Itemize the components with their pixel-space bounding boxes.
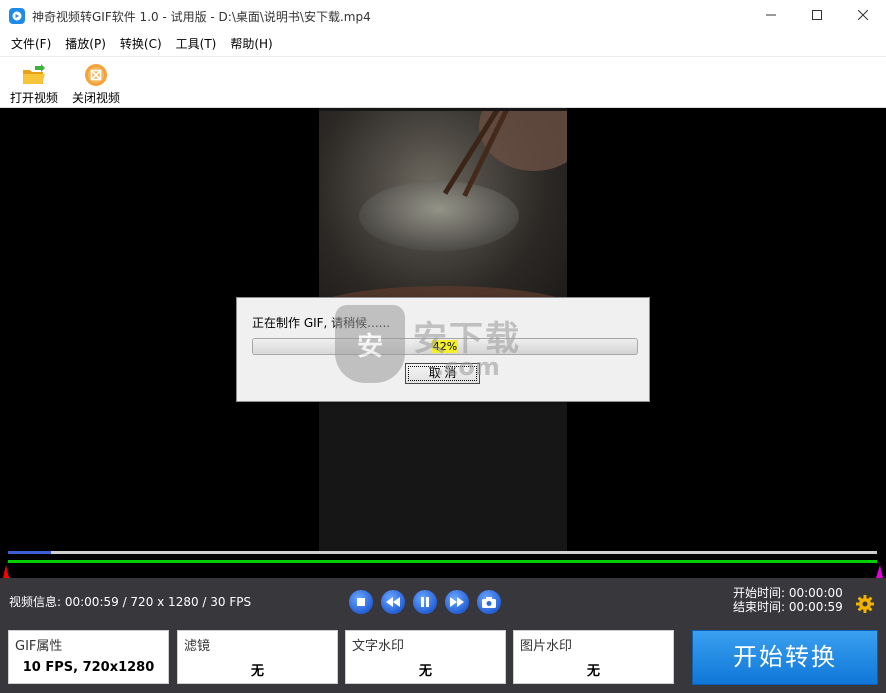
watermark-domain: .com [435, 353, 500, 381]
menu-tools[interactable]: 工具(T) [169, 33, 224, 55]
text-watermark-value: 无 [418, 664, 432, 679]
app-icon [9, 8, 25, 24]
pause-button[interactable] [413, 590, 437, 614]
stop-button[interactable] [349, 590, 373, 614]
menu-help[interactable]: 帮助(H) [223, 33, 279, 55]
menu-play[interactable]: 播放(P) [58, 33, 113, 55]
toolbar: 打开视频 关闭视频 [0, 56, 886, 108]
image-watermark-panel[interactable]: 图片水印 无 [513, 630, 674, 684]
camera-icon [482, 596, 496, 608]
rewind-button[interactable] [381, 590, 405, 614]
close-video-label: 关闭视频 [71, 91, 120, 105]
stop-icon [357, 598, 365, 606]
range-track[interactable] [8, 560, 877, 563]
gif-properties-value: 10 FPS, 720x1280 [22, 660, 155, 675]
watermark-shield-icon: 安 [335, 305, 405, 383]
menu-convert[interactable]: 转换(C) [113, 33, 169, 55]
image-watermark-value: 无 [586, 664, 600, 679]
close-button[interactable] [840, 0, 886, 30]
open-video-button[interactable]: 打开视频 [6, 57, 62, 107]
filter-panel[interactable]: 滤镜 无 [177, 630, 338, 684]
time-range: 开始时间: 00:00:00 结束时间: 00:00:59 [733, 586, 843, 614]
timeline[interactable] [0, 551, 886, 578]
start-time: 开始时间: 00:00:00 [733, 586, 843, 600]
watermark-logo: 安 安下载 .com [335, 305, 555, 385]
seek-track[interactable] [8, 551, 877, 554]
settings-gear-icon[interactable] [856, 595, 874, 613]
start-convert-button[interactable]: 开始转换 [692, 630, 878, 685]
close-video-icon [83, 63, 109, 87]
maximize-button[interactable] [794, 0, 840, 30]
start-marker[interactable] [3, 565, 9, 578]
text-watermark-panel[interactable]: 文字水印 无 [345, 630, 506, 684]
video-info: 视频信息: 00:00:59 / 720 x 1280 / 30 FPS [9, 595, 252, 609]
image-watermark-title: 图片水印 [520, 639, 573, 654]
controls-bar: 视频信息: 00:00:59 / 720 x 1280 / 30 FPS 开始时… [0, 578, 886, 693]
video-frame [319, 111, 567, 325]
snapshot-button[interactable] [477, 590, 501, 614]
open-video-label: 打开视频 [9, 91, 58, 105]
pause-icon [421, 597, 429, 607]
text-watermark-title: 文字水印 [352, 639, 405, 654]
end-time: 结束时间: 00:00:59 [733, 600, 843, 614]
title-bar: 神奇视频转GIF软件 1.0 - 试用版 - D:\桌面\说明书\安下载.mp4 [0, 0, 886, 32]
rewind-icon [386, 597, 400, 607]
fast-forward-icon [450, 597, 464, 607]
filter-title: 滤镜 [184, 639, 211, 654]
filter-value: 无 [250, 664, 264, 679]
seek-played [8, 551, 52, 554]
playback-controls [349, 590, 501, 614]
menu-bar: 文件(F) 播放(P) 转换(C) 工具(T) 帮助(H) [0, 32, 886, 56]
gif-properties-panel[interactable]: GIF属性 10 FPS, 720x1280 [8, 630, 169, 684]
fast-forward-button[interactable] [445, 590, 469, 614]
minimize-button[interactable] [748, 0, 794, 30]
window-title: 神奇视频转GIF软件 1.0 - 试用版 - D:\桌面\说明书\安下载.mp4 [32, 9, 371, 24]
close-video-button[interactable]: 关闭视频 [68, 57, 124, 107]
end-marker[interactable] [876, 565, 883, 578]
open-folder-icon [21, 63, 47, 87]
menu-file[interactable]: 文件(F) [4, 33, 58, 55]
gif-properties-title: GIF属性 [15, 639, 63, 654]
